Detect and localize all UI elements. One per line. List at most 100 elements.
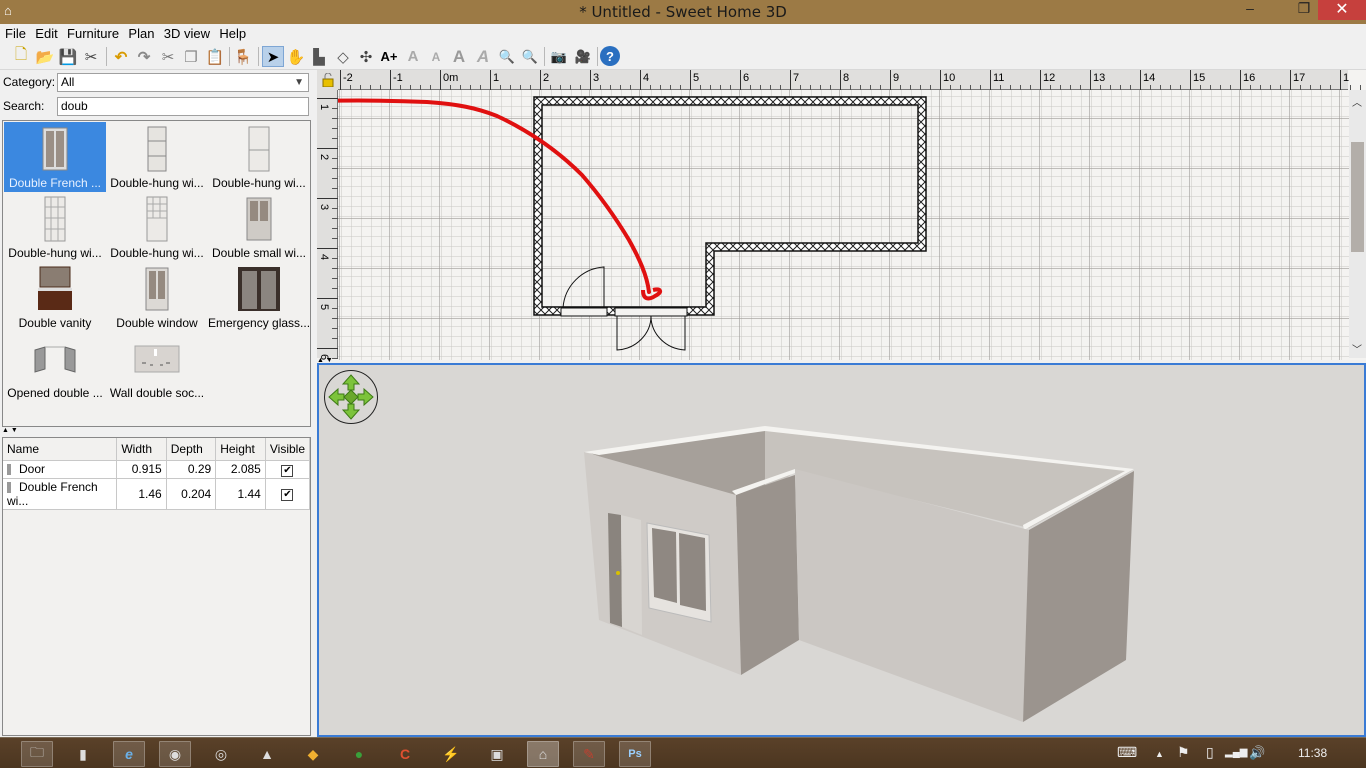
file-explorer-icon[interactable]: 🗀	[21, 741, 53, 767]
scroll-up-icon[interactable]: ︿	[1352, 94, 1362, 109]
open-icon[interactable]: 📂	[34, 46, 56, 67]
lock-base-plan-icon[interactable]	[317, 70, 338, 90]
minimize-button[interactable]: –	[1236, 0, 1264, 20]
create-walls-icon[interactable]: ▙	[308, 46, 330, 67]
panel-splitter[interactable]: ▲ ▼	[2, 427, 312, 434]
maximize-button[interactable]: ❐	[1290, 0, 1318, 20]
paste-icon[interactable]: 📋	[204, 46, 226, 67]
new-home-icon[interactable]: 🗋	[10, 46, 32, 67]
scrollbar-thumb[interactable]	[1351, 142, 1364, 252]
double-french-window-thumbnail	[4, 126, 106, 172]
3d-view[interactable]	[317, 363, 1366, 737]
help-icon[interactable]: ?	[600, 46, 620, 66]
column-header-name[interactable]: Name	[3, 438, 118, 461]
decrease-text-icon[interactable]: A	[425, 46, 447, 67]
plan-vertical-scrollbar[interactable]: ︿ ﹀	[1349, 90, 1366, 358]
download-manager-icon[interactable]: ●	[343, 741, 375, 767]
create-photo-icon[interactable]: 📷	[548, 46, 570, 67]
ruler-minor-tick	[332, 258, 338, 259]
network-signal-icon[interactable]: ▂▄▆	[1225, 747, 1247, 758]
copy-icon[interactable]: ❐	[180, 46, 202, 67]
chevron-down-icon: ▼	[294, 77, 304, 88]
catalog-item[interactable]: Opened double ...	[4, 332, 106, 402]
table-row[interactable]: Double French wi... 1.46 0.204 1.44 ✔	[3, 478, 311, 510]
visible-checkbox[interactable]: ✔	[281, 489, 294, 501]
menu-3d-view[interactable]: 3D view	[161, 25, 213, 42]
vlc-icon[interactable]: ▲	[251, 741, 283, 767]
column-header-visible[interactable]: Visible	[265, 438, 311, 461]
home-furniture-table: Name Width Depth Height Visible Door 0.9…	[2, 437, 311, 736]
winamp-icon[interactable]: ◆	[297, 741, 329, 767]
power-app-icon[interactable]: ⚡	[435, 741, 467, 767]
catalog-item[interactable]: Emergency glass...	[208, 262, 310, 332]
ccleaner-icon[interactable]: C	[389, 741, 421, 767]
scroll-down-icon[interactable]: ﹀	[1352, 341, 1362, 356]
firefox-icon[interactable]: ◉	[159, 741, 191, 767]
column-header-depth[interactable]: Depth	[166, 438, 217, 461]
battery-icon[interactable]: ▯	[1206, 744, 1214, 761]
furniture-height: 1.44	[215, 478, 266, 510]
zoom-in-icon[interactable]: 🔍	[496, 46, 518, 67]
add-text-icon[interactable]: A+	[378, 46, 400, 67]
sweet-home-3d-icon[interactable]: ⌂	[527, 741, 559, 767]
create-rooms-icon[interactable]: ◇	[332, 46, 354, 67]
create-video-icon[interactable]: 🎥	[572, 46, 594, 67]
menu-plan[interactable]: Plan	[125, 25, 157, 42]
ruler-tick: 3	[317, 198, 338, 213]
ruler-minor-tick	[370, 85, 371, 90]
menu-edit[interactable]: Edit	[32, 25, 60, 42]
italic-text-icon[interactable]: A	[472, 46, 494, 67]
catalog-item[interactable]: Wall double soc...	[106, 332, 208, 402]
plan-view[interactable]: -2 -1 0m 1 2 3 4 5 6 7 8 9 10 11 12 13 14 15 16 17 1 123456 …	[317, 70, 1366, 360]
paint-app-icon[interactable]: ✎	[573, 741, 605, 767]
volume-icon[interactable]: 🔊	[1249, 745, 1265, 761]
catalog-item[interactable]: Double-hung wi...	[106, 122, 208, 192]
catalog-item[interactable]: Double window	[106, 262, 208, 332]
column-header-width[interactable]: Width	[116, 438, 167, 461]
menu-help[interactable]: Help	[216, 25, 249, 42]
close-button[interactable]: ✕	[1318, 0, 1366, 20]
zoom-out-icon[interactable]: 🔍	[519, 46, 541, 67]
catalog-item-label: Double vanity	[18, 316, 92, 330]
preferences-icon[interactable]: ✂	[80, 46, 102, 67]
ruler-minor-tick	[332, 108, 338, 109]
clock[interactable]: 11:38	[1298, 746, 1327, 760]
select-mode-icon[interactable]: ➤	[262, 46, 284, 67]
keyboard-icon[interactable]: ⌨	[1117, 744, 1137, 761]
photoshop-icon[interactable]: Ps	[619, 741, 651, 767]
catalog-item[interactable]: Double vanity	[4, 262, 106, 332]
action-center-flag-icon[interactable]: ⚑	[1177, 744, 1190, 761]
ruler-tick: 15	[1190, 70, 1205, 90]
menu-file[interactable]: File	[2, 25, 29, 42]
ruler-minor-tick	[850, 85, 851, 90]
ruler-minor-tick	[350, 85, 351, 90]
ruler-minor-tick	[332, 338, 338, 339]
undo-icon[interactable]: ↶	[110, 46, 132, 67]
ruler-minor-tick	[730, 85, 731, 90]
furniture-depth: 0.204	[166, 478, 217, 510]
add-furniture-icon[interactable]: 🪑	[232, 46, 254, 67]
catalog-item[interactable]: Double-hung wi...	[4, 192, 106, 262]
pan-mode-icon[interactable]: ✋	[285, 46, 307, 67]
visible-checkbox[interactable]: ✔	[281, 464, 294, 477]
bold-text-icon[interactable]: A	[448, 46, 470, 67]
redo-icon[interactable]: ↷	[133, 46, 155, 67]
search-input[interactable]: doub	[57, 97, 309, 116]
menu-furniture[interactable]: Furniture	[64, 25, 122, 42]
internet-explorer-icon[interactable]: e	[113, 741, 145, 767]
save-icon[interactable]: 💾	[57, 46, 79, 67]
increase-text-icon[interactable]: A	[402, 46, 424, 67]
category-select[interactable]: All ▼	[57, 73, 309, 92]
catalog-item[interactable]: Double-hung wi...	[106, 192, 208, 262]
cut-icon[interactable]: ✂	[157, 46, 179, 67]
create-dimensions-icon[interactable]: ✣	[355, 46, 377, 67]
catalog-item[interactable]: Double small wi...	[208, 192, 310, 262]
chrome-icon[interactable]: ◎	[205, 741, 237, 767]
remote-desktop-icon[interactable]: ▣	[481, 741, 513, 767]
notepad-icon[interactable]: ▮	[67, 741, 99, 767]
column-header-height[interactable]: Height	[215, 438, 266, 461]
catalog-item[interactable]: Double French ...	[4, 122, 106, 192]
show-hidden-icons-button[interactable]: ▲	[1155, 749, 1164, 759]
table-row[interactable]: Door 0.915 0.29 2.085 ✔	[3, 460, 311, 479]
catalog-item[interactable]: Double-hung wi...	[208, 122, 310, 192]
